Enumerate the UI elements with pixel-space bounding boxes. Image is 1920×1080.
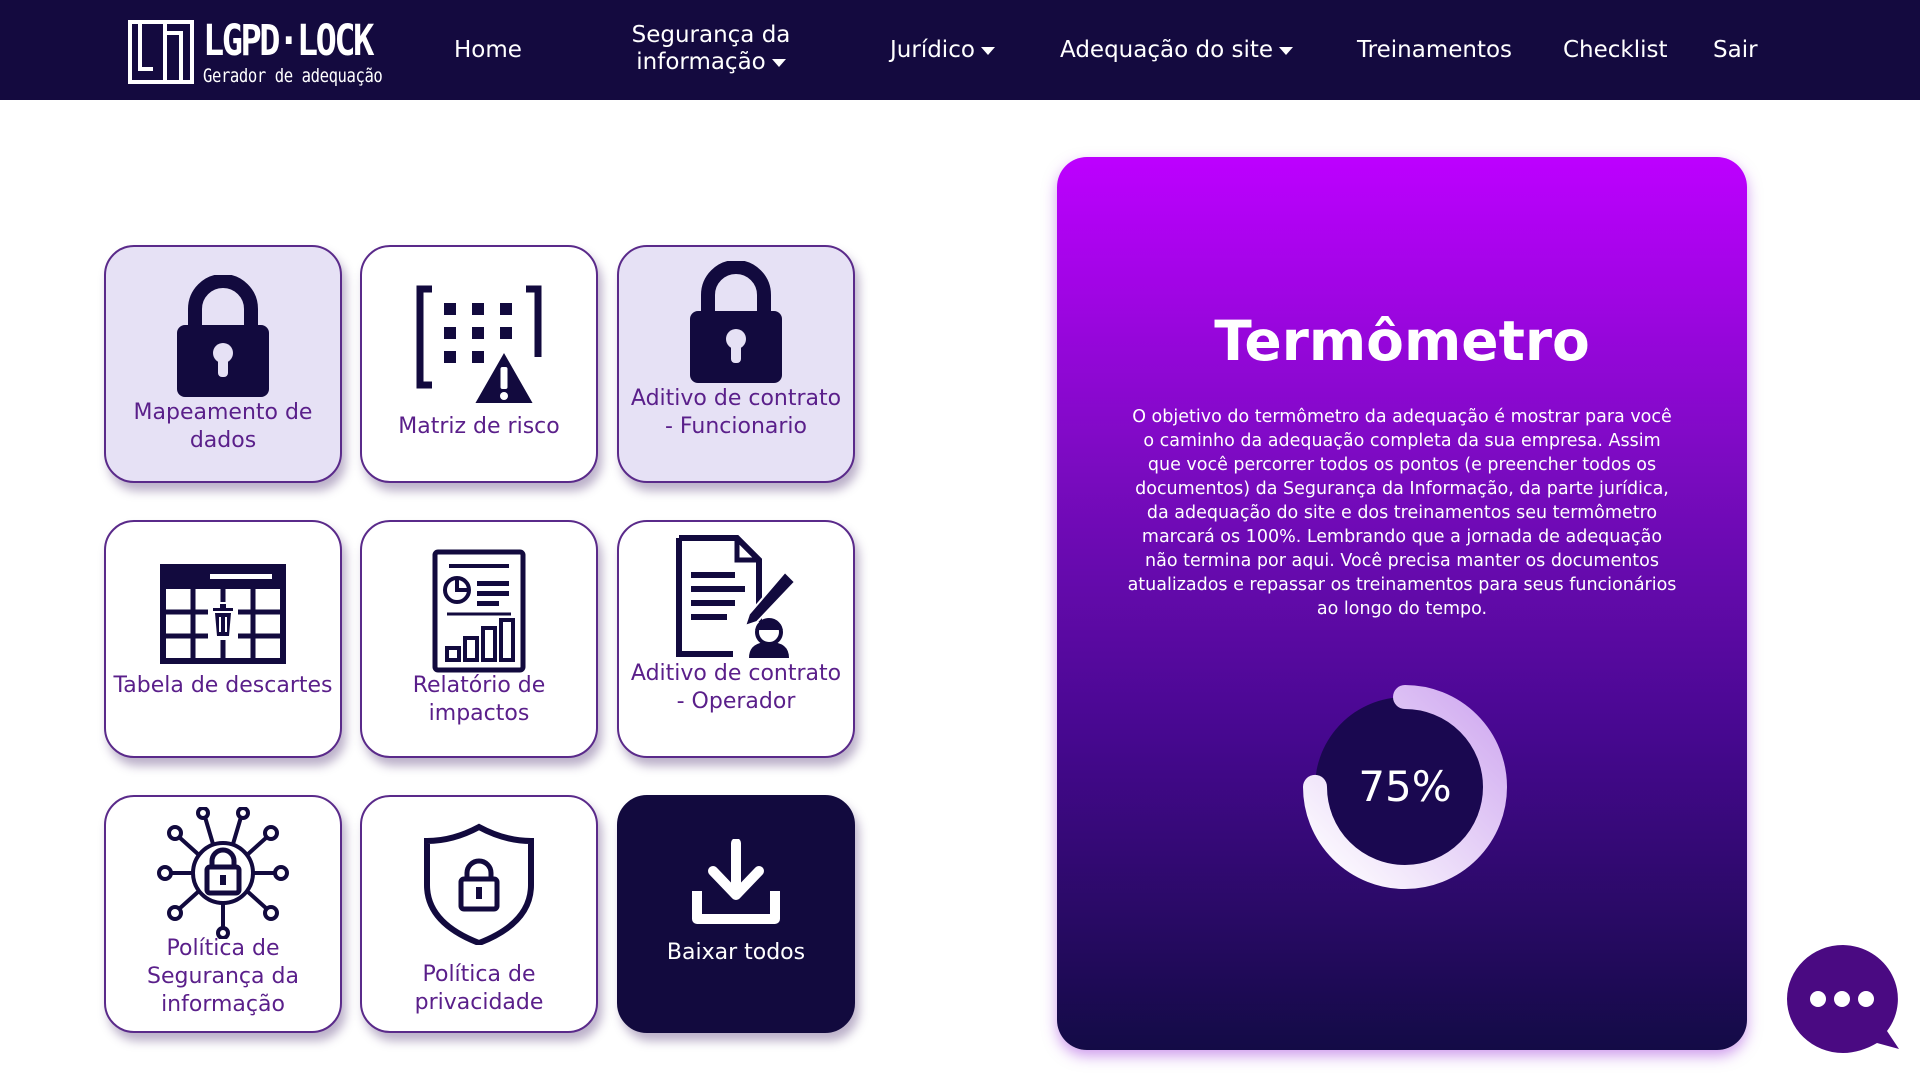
card-aditivo-operador[interactable]: Aditivo de contrato - Operador	[617, 520, 855, 758]
nav-checklist[interactable]: Checklist	[1563, 37, 1668, 64]
card-label: Baixar todos	[666, 940, 806, 965]
card-tabela-descartes[interactable]: Tabela de descartes	[104, 520, 342, 758]
logo-subtitle: Gerador de adequação	[203, 65, 383, 87]
card-label: Aditivo de contrato - Operador	[630, 661, 842, 714]
nav-treinamentos[interactable]: Treinamentos	[1357, 37, 1512, 64]
nav-seguranca-informacao[interactable]: Segurança da informação	[626, 22, 796, 76]
nav-sair[interactable]: Sair	[1713, 37, 1758, 64]
nav-seguranca-line1: Segurança da	[631, 22, 791, 48]
logo[interactable]: LGPD·LOCK Gerador de adequação	[127, 17, 387, 89]
caret-down-icon	[1279, 46, 1293, 55]
card-label: Política de privacidade	[414, 962, 544, 1015]
thermometer-description: O objetivo do termômetro da adequação é …	[1127, 407, 1677, 619]
nav-home[interactable]: Home	[454, 37, 522, 64]
card-label: Aditivo de contrato - Funcionario	[630, 386, 842, 439]
card-label: Matriz de risco	[398, 414, 560, 439]
nav-juridico-label: Jurídico	[890, 37, 975, 63]
padlock-icon	[690, 261, 782, 383]
card-label: Política de Segurança da informação	[147, 936, 299, 1017]
download-icon	[692, 839, 780, 924]
card-baixar-todos[interactable]: Baixar todos	[617, 795, 855, 1033]
nav-adequacao-site[interactable]: Adequação do site	[1060, 37, 1293, 64]
security-network-icon	[157, 807, 289, 939]
logo-title: LGPD·LOCK	[203, 16, 374, 66]
top-navbar: LGPD·LOCK Gerador de adequação Home Segu…	[0, 0, 1920, 100]
discard-table-icon	[160, 564, 286, 664]
nav-juridico[interactable]: Jurídico	[890, 37, 995, 64]
card-mapeamento-dados[interactable]: Mapeamento de dados	[104, 245, 342, 483]
thermometer-panel: Termômetro O objetivo do termômetro da a…	[1057, 157, 1747, 1050]
risk-matrix-icon	[416, 285, 542, 407]
nav-seguranca-line2: informação	[636, 49, 766, 75]
thermometer-title: Termômetro	[1214, 309, 1590, 373]
caret-down-icon	[771, 58, 786, 67]
card-politica-privacidade[interactable]: Política de privacidade	[360, 795, 598, 1033]
card-label: Mapeamento de dados	[133, 400, 313, 453]
progress-value: 75%	[1358, 762, 1452, 811]
impact-report-icon	[432, 549, 526, 673]
card-relatorio-impactos[interactable]: Relatório de impactos	[360, 520, 598, 758]
chat-bubble-icon[interactable]	[1783, 941, 1901, 1053]
nav-adequacao-label: Adequação do site	[1060, 37, 1273, 63]
logo-mark-icon	[128, 20, 194, 84]
card-aditivo-funcionario[interactable]: Aditivo de contrato - Funcionario	[617, 245, 855, 483]
padlock-icon	[177, 275, 269, 397]
caret-down-icon	[980, 46, 995, 55]
card-matriz-risco[interactable]: Matriz de risco	[360, 245, 598, 483]
shield-lock-icon	[424, 823, 534, 945]
contract-signing-icon	[676, 535, 797, 658]
card-label: Tabela de descartes	[113, 673, 333, 698]
card-label: Relatório de impactos	[412, 673, 546, 726]
card-politica-seguranca[interactable]: Política de Segurança da informação	[104, 795, 342, 1033]
